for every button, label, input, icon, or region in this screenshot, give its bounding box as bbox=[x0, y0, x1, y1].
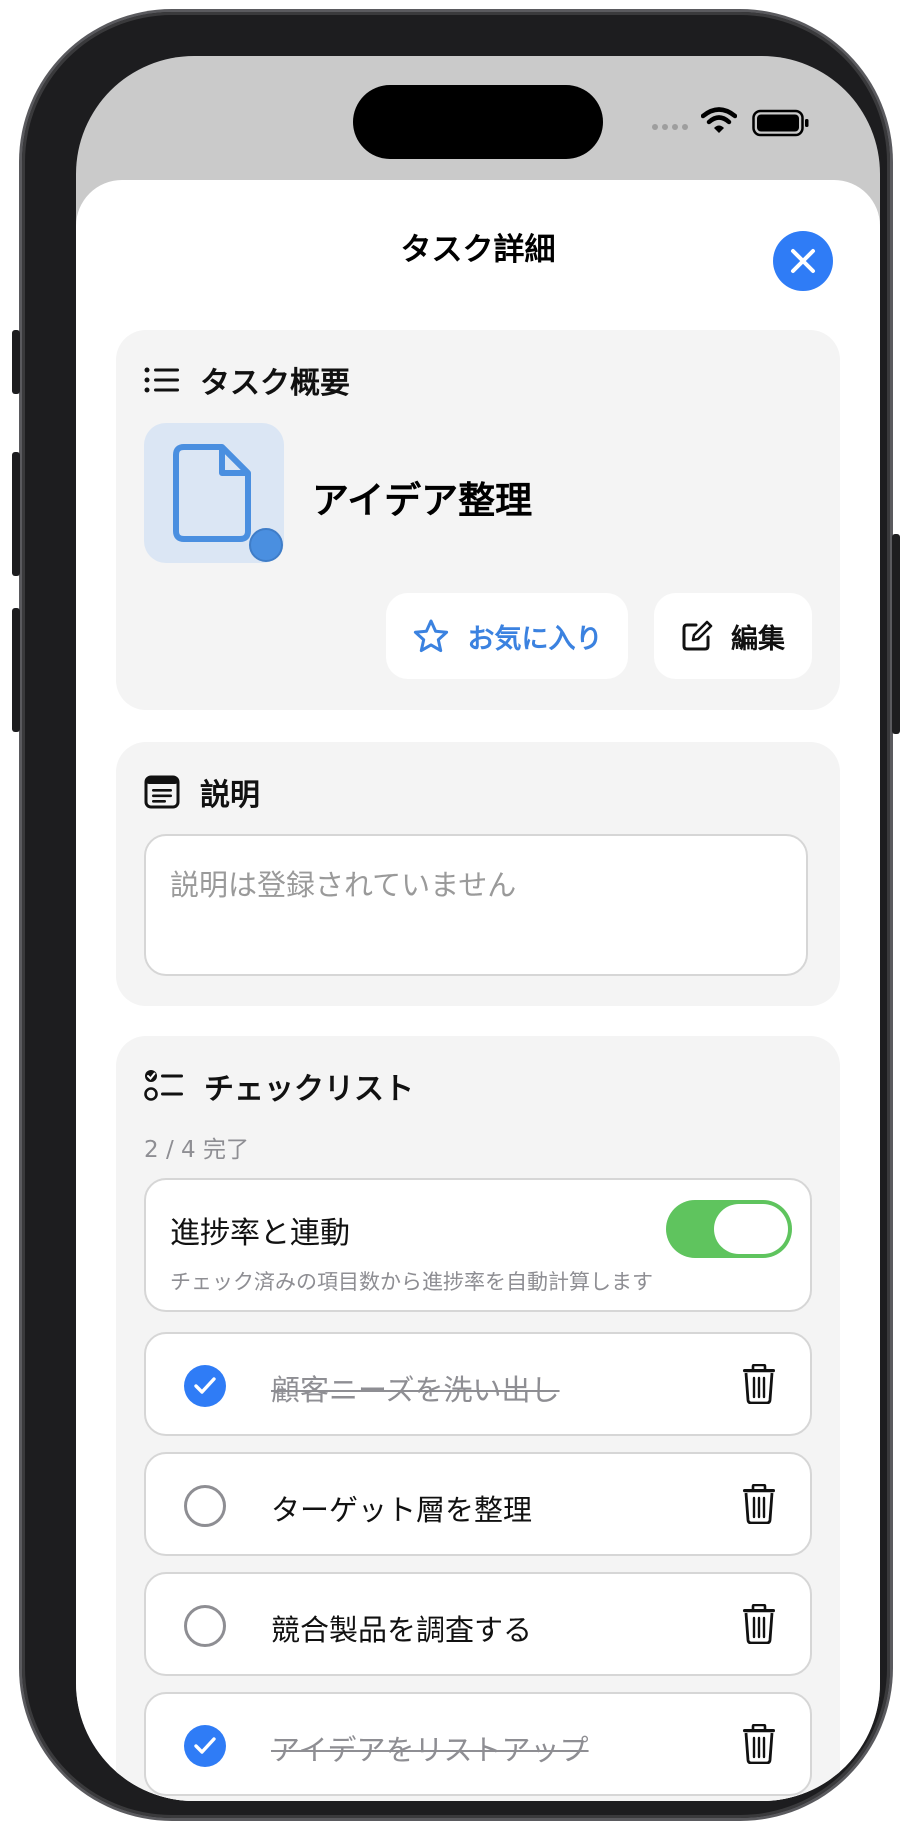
trash-icon bbox=[743, 1603, 775, 1645]
wifi-icon bbox=[700, 106, 738, 136]
description-heading-label: 説明 bbox=[200, 778, 260, 813]
trash-icon bbox=[743, 1723, 775, 1765]
star-icon bbox=[413, 619, 448, 653]
checklist-item: アイデアをリストアップ bbox=[144, 1692, 812, 1796]
overview-heading: タスク概要 bbox=[144, 358, 350, 402]
delete-item-button[interactable] bbox=[742, 1363, 776, 1408]
delete-item-button[interactable] bbox=[742, 1603, 776, 1648]
description-heading: 説明 bbox=[144, 770, 260, 814]
volume-up-button bbox=[12, 452, 20, 576]
dynamic-island bbox=[353, 85, 603, 159]
checklist-heading-label: チェックリスト bbox=[204, 1072, 414, 1107]
phone-frame: タスク詳細 タスク概要 アイデア整理 お気に入り 編集 説明 説明は登録されてい… bbox=[12, 12, 900, 1818]
checklist-heading: チェックリスト bbox=[144, 1064, 414, 1108]
checklist-icon bbox=[144, 1070, 183, 1101]
edit-icon bbox=[682, 620, 713, 651]
progress-sync-description: チェック済みの項目数から進捗率を自動計算します bbox=[170, 1270, 653, 1294]
battery-icon bbox=[752, 108, 810, 138]
description-field[interactable]: 説明は登録されていません bbox=[144, 834, 808, 976]
signal-icon bbox=[651, 108, 691, 138]
progress-sync-row: 進捗率と連動 チェック済みの項目数から進捗率を自動計算します bbox=[144, 1178, 812, 1312]
document-icon bbox=[173, 444, 283, 562]
checklist-progress: 2 / 4 完了 bbox=[144, 1137, 249, 1163]
checklist-item-label: ターゲット層を整理 bbox=[271, 1493, 533, 1527]
favorite-label: お気に入り bbox=[467, 623, 603, 655]
sheet-title: タスク詳細 bbox=[400, 232, 556, 268]
list-icon bbox=[144, 367, 179, 393]
progress-sync-title: 進捗率と連動 bbox=[170, 1216, 350, 1251]
screen: タスク詳細 タスク概要 アイデア整理 お気に入り 編集 説明 説明は登録されてい… bbox=[76, 56, 880, 1801]
close-icon bbox=[791, 249, 815, 273]
favorite-button[interactable]: お気に入り bbox=[386, 593, 628, 679]
checklist-item-label: アイデアをリストアップ bbox=[271, 1733, 589, 1767]
volume-down-button bbox=[12, 608, 20, 732]
progress-sync-toggle[interactable] bbox=[666, 1200, 792, 1258]
checklist-item: 顧客ニーズを洗い出し bbox=[144, 1332, 812, 1436]
edit-label: 編集 bbox=[731, 623, 785, 655]
description-card: 説明 説明は登録されていません bbox=[116, 742, 840, 1006]
checklist-item: ターゲット層を整理 bbox=[144, 1452, 812, 1556]
overview-card: タスク概要 アイデア整理 お気に入り 編集 bbox=[116, 330, 840, 710]
note-icon bbox=[144, 775, 180, 809]
checklist-item-label: 競合製品を調査する bbox=[271, 1613, 533, 1647]
delete-item-button[interactable] bbox=[742, 1483, 776, 1528]
toggle-knob bbox=[714, 1204, 788, 1254]
delete-item-button[interactable] bbox=[742, 1723, 776, 1768]
task-detail-sheet: タスク詳細 タスク概要 アイデア整理 お気に入り 編集 説明 説明は登録されてい… bbox=[76, 180, 880, 1801]
checklist-card: チェックリスト 2 / 4 完了 進捗率と連動 チェック済みの項目数から進捗率を… bbox=[116, 1036, 840, 1801]
checked-checkbox[interactable] bbox=[184, 1365, 226, 1407]
trash-icon bbox=[743, 1363, 775, 1405]
edit-button[interactable]: 編集 bbox=[654, 593, 812, 679]
task-icon-tile bbox=[144, 423, 284, 563]
checklist-item: 競合製品を調査する bbox=[144, 1572, 812, 1676]
overview-heading-label: タスク概要 bbox=[200, 366, 350, 401]
close-button[interactable] bbox=[773, 231, 833, 291]
power-button bbox=[892, 534, 900, 734]
unchecked-checkbox[interactable] bbox=[184, 1605, 226, 1647]
action-button bbox=[12, 330, 20, 394]
task-name: アイデア整理 bbox=[312, 479, 533, 522]
checkmark-icon bbox=[194, 1377, 216, 1394]
trash-icon bbox=[743, 1483, 775, 1525]
unchecked-checkbox[interactable] bbox=[184, 1485, 226, 1527]
checkmark-icon bbox=[194, 1737, 216, 1754]
checklist-item-label: 顧客ニーズを洗い出し bbox=[271, 1373, 560, 1407]
checked-checkbox[interactable] bbox=[184, 1725, 226, 1767]
